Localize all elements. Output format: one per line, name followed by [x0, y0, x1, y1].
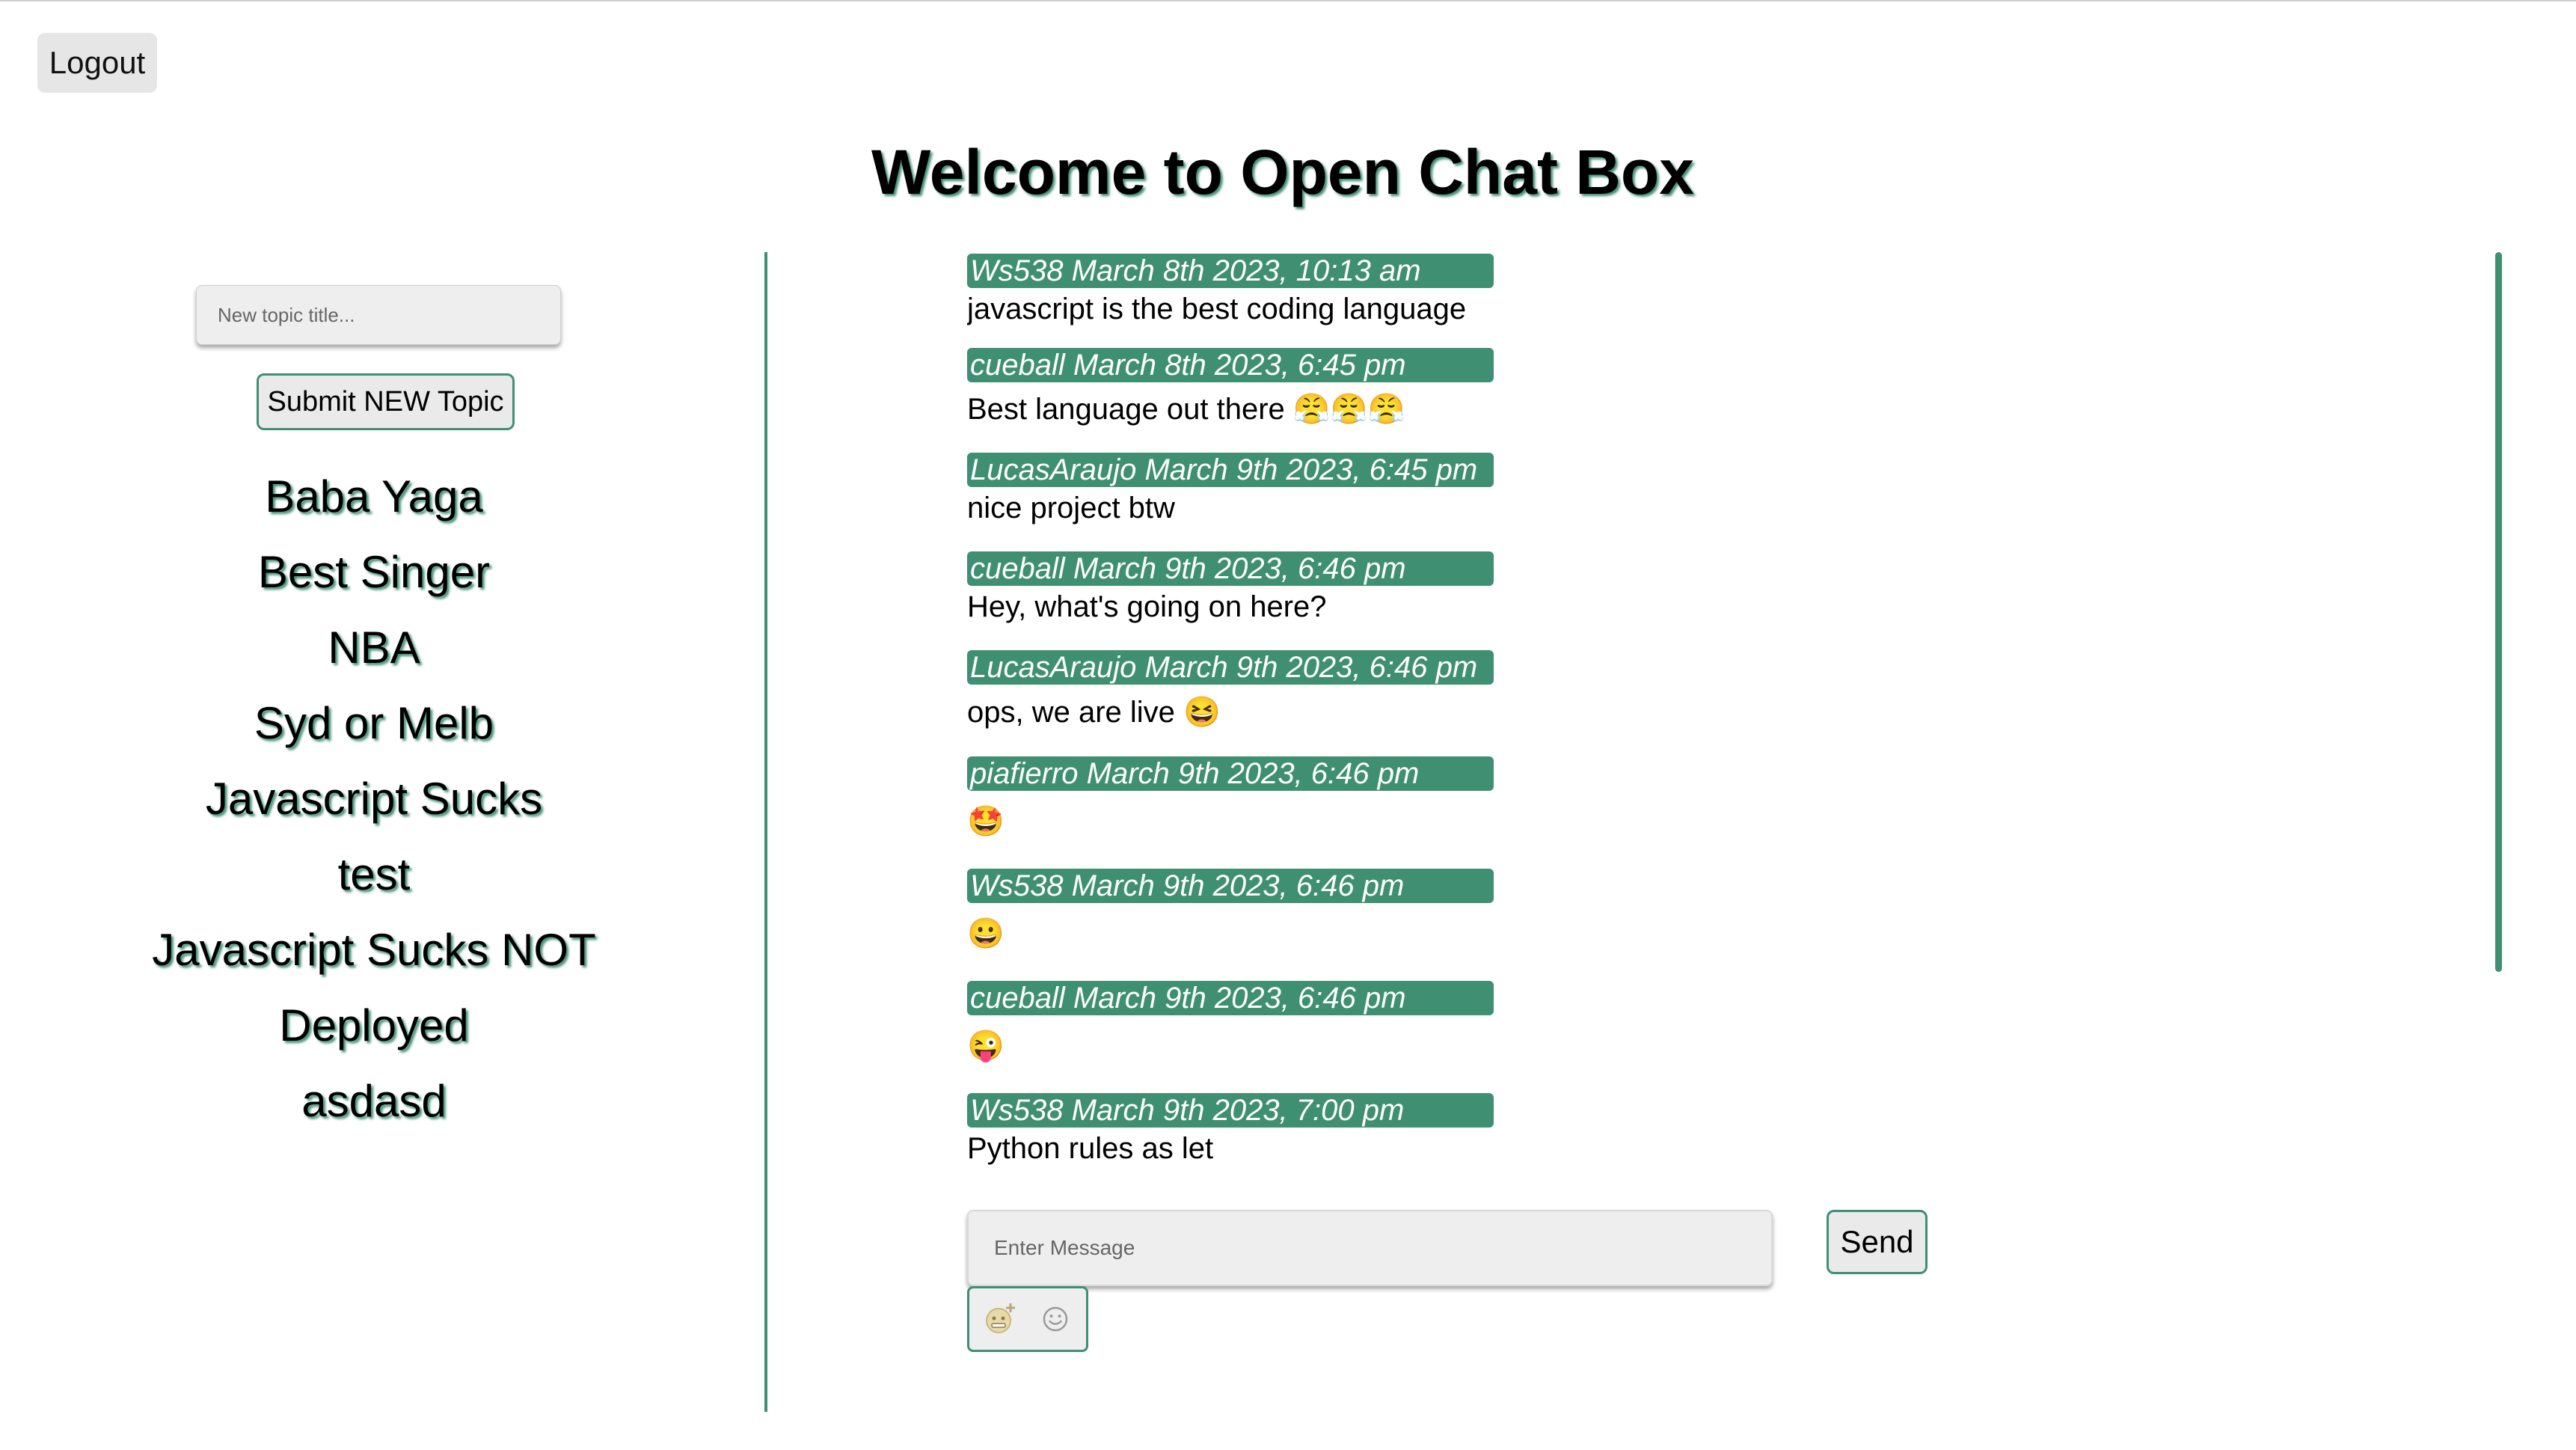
submit-new-topic-button[interactable]: Submit NEW Topic	[257, 373, 515, 430]
topic-item-syd-or-melb[interactable]: Syd or Melb	[0, 685, 748, 761]
message-meta: cueball March 9th 2023, 6:46 pm	[967, 551, 1494, 586]
message-text: Python rules as let	[967, 1132, 1214, 1165]
message-meta: cueball March 9th 2023, 6:46 pm	[967, 981, 1494, 1015]
topic-item-deployed[interactable]: Deployed	[0, 988, 748, 1063]
chat-message: LucasAraujo March 9th 2023, 6:46 pm ops,…	[967, 650, 1715, 740]
topic-item-javascript-sucks[interactable]: Javascript Sucks	[0, 761, 748, 836]
chat-message: piafierro March 9th 2023, 6:46 pm 🤩	[967, 756, 1715, 852]
topic-item-best-singer[interactable]: Best Singer	[0, 534, 748, 610]
message-meta: Ws538 March 8th 2023, 10:13 am	[967, 254, 1494, 288]
gif-emoji-icon[interactable]	[983, 1302, 1017, 1336]
topic-item-test[interactable]: test	[0, 836, 748, 912]
message-text: nice project btw	[967, 492, 1175, 524]
message-meta: Ws538 March 9th 2023, 7:00 pm	[967, 1093, 1494, 1128]
topic-item-nba[interactable]: NBA	[0, 610, 748, 685]
chat-message: cueball March 9th 2023, 6:46 pm 😜	[967, 981, 1715, 1077]
chat-message: Ws538 March 9th 2023, 6:46 pm 😀	[967, 869, 1715, 964]
message-text: 😀	[967, 917, 1005, 950]
message-meta: piafierro March 9th 2023, 6:46 pm	[967, 756, 1494, 791]
topic-item-baba-yaga[interactable]: Baba Yaga	[0, 459, 748, 534]
message-input[interactable]	[967, 1210, 1773, 1286]
message-meta: LucasAraujo March 9th 2023, 6:46 pm	[967, 650, 1494, 685]
sidebar-divider	[764, 252, 767, 1412]
new-topic-input[interactable]	[196, 285, 561, 345]
chat-message: LucasAraujo March 9th 2023, 6:45 pm nice…	[967, 453, 1715, 529]
chat-message: cueball March 9th 2023, 6:46 pm Hey, wha…	[967, 551, 1715, 628]
chat-scrollbar[interactable]	[2495, 252, 2502, 972]
message-text: ops, we are live 😆	[967, 696, 1221, 729]
page-title: Welcome to Open Chat Box	[871, 137, 1694, 207]
message-meta: Ws538 March 9th 2023, 6:46 pm	[967, 869, 1494, 903]
message-text: Best language out there 😤😤😤	[967, 393, 1405, 426]
send-button[interactable]: Send	[1827, 1210, 1928, 1274]
topic-item-javascript-sucks-not[interactable]: Javascript Sucks NOT	[0, 912, 748, 988]
smiley-icon[interactable]	[1038, 1302, 1073, 1336]
message-meta: cueball March 8th 2023, 6:45 pm	[967, 348, 1494, 382]
logout-button[interactable]: Logout	[37, 33, 157, 93]
chat-message-list[interactable]: Ws538 March 8th 2023, 10:13 am javascrip…	[967, 252, 1715, 1180]
chat-message: Ws538 March 8th 2023, 10:13 am javascrip…	[967, 254, 1715, 330]
message-text: javascript is the best coding language	[967, 293, 1467, 325]
message-text: Hey, what's going on here?	[967, 590, 1327, 623]
chat-message: Ws538 March 9th 2023, 7:00 pm Python rul…	[967, 1093, 1715, 1169]
message-meta: LucasAraujo March 9th 2023, 6:45 pm	[967, 453, 1494, 487]
topics-sidebar: Submit NEW Topic Baba Yaga Best Singer N…	[0, 252, 748, 1412]
message-text: 🤩	[967, 805, 1005, 838]
topic-list: Baba Yaga Best Singer NBA Syd or Melb Ja…	[0, 459, 748, 1139]
message-text: 😜	[967, 1030, 1005, 1062]
topic-item-asdasd[interactable]: asdasd	[0, 1063, 748, 1139]
emoji-toolbar	[967, 1286, 1088, 1352]
chat-message: cueball March 8th 2023, 6:45 pm Best lan…	[967, 348, 1715, 436]
